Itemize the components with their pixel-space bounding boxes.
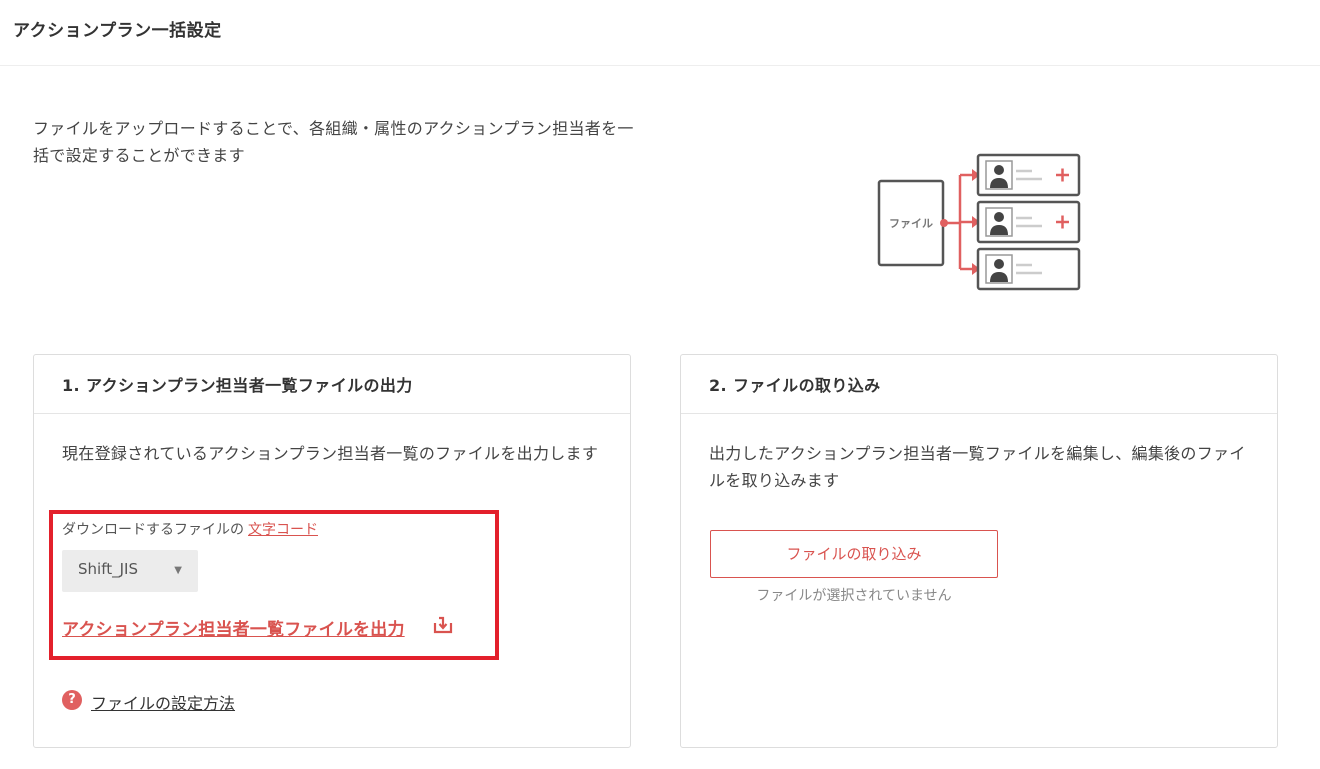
import-card-title: 2. ファイルの取り込み: [681, 355, 1277, 414]
encoding-label: ダウンロードするファイルの 文字コード: [62, 519, 318, 539]
export-card-title: 1. アクションプラン担当者一覧ファイルの出力: [34, 355, 630, 414]
encoding-select-value: Shift_JIS: [78, 560, 138, 578]
page-title: アクションプラン一括設定: [13, 21, 222, 41]
encoding-label-text: ダウンロードするファイルの: [62, 522, 244, 538]
download-icon[interactable]: [432, 615, 454, 639]
question-icon: ?: [62, 690, 82, 710]
file-setup-help-link[interactable]: ファイルの設定方法: [91, 690, 235, 714]
export-card-description: 現在登録されているアクションプラン担当者一覧のファイルを出力します: [62, 444, 599, 463]
export-card: 1. アクションプラン担当者一覧ファイルの出力 現在登録されているアクションプラ…: [33, 354, 631, 748]
encoding-select[interactable]: Shift_JIS ▼: [62, 550, 198, 592]
svg-text:ファイル: ファイル: [889, 217, 933, 230]
bulk-assign-illustration: ファイル: [876, 151, 1086, 300]
encoding-help-link[interactable]: 文字コード: [248, 522, 318, 538]
import-card: 2. ファイルの取り込み 出力したアクションプラン担当者一覧ファイルを編集し、編…: [680, 354, 1278, 748]
file-status-text: ファイルが選択されていません: [756, 588, 952, 604]
import-card-description: 出力したアクションプラン担当者一覧ファイルを編集し、編集後のファイルを取り込みま…: [709, 444, 1246, 490]
chevron-down-icon: ▼: [174, 565, 182, 576]
page-header: アクションプラン一括設定: [0, 0, 1320, 66]
intro-text: ファイルをアップロードすることで、各組織・属性のアクションプラン担当者を一括で設…: [33, 119, 634, 165]
export-file-link[interactable]: アクションプラン担当者一覧ファイルを出力: [62, 615, 405, 640]
import-file-button[interactable]: ファイルの取り込み: [710, 530, 998, 578]
